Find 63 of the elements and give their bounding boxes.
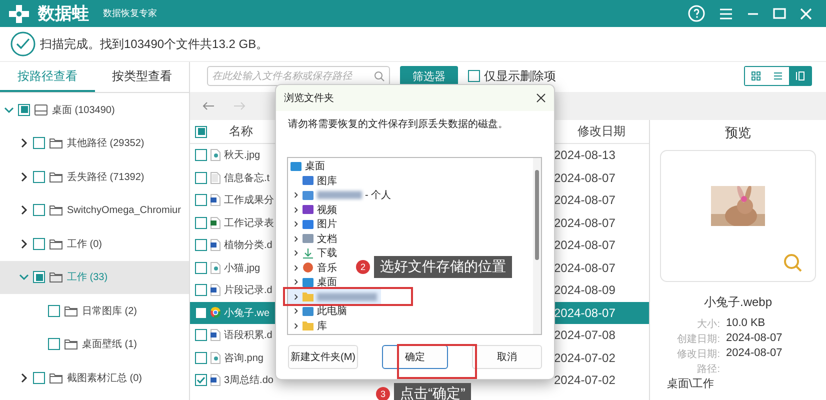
app-subtitle: 数据恢复专家 (103, 7, 157, 20)
file-name: 小猫.jpg (224, 262, 260, 275)
tree-label: 桌面 (103490) (52, 104, 115, 117)
folder-label: 图片 (317, 218, 337, 232)
detail-label: 路径: (696, 363, 720, 376)
date-cell-text: 2024-07-02 (554, 373, 616, 388)
folder-label: 音乐 (317, 262, 337, 275)
tree-label: 其他路径 (29352) (67, 136, 144, 150)
date-cell-text: 2024-07-02 (554, 350, 616, 365)
folder-label: 桌面 (305, 160, 325, 174)
detail-value: 2024-08-07 (726, 347, 782, 361)
step-number: 3 (376, 387, 390, 400)
date-cell-text: 2024-08-13 (554, 148, 616, 162)
file-name: 片段记录.d (224, 284, 272, 298)
folder-label: 视频 (317, 204, 337, 217)
tree-label: 工作 (33) (67, 271, 108, 284)
date-cell-text: 2024-08-07 (554, 238, 616, 252)
file-name: 信息备忘.t (224, 172, 270, 185)
folder-label: - 个人 (365, 189, 392, 202)
preview-title: 预览 (725, 124, 751, 142)
file-name: 咨询.png (224, 352, 264, 365)
file-path: 桌面\工作 (667, 376, 714, 391)
checkbox-label: 仅显示删除项 (484, 68, 556, 84)
callout-tooltip: 选好文件存储的位置 (374, 256, 512, 278)
file-name: 语段积累.d (224, 329, 272, 342)
detail-value: 10.0 KB (726, 317, 766, 331)
file-name: 秋天.jpg (224, 148, 260, 162)
date-cell-text: 2024-08-09 (554, 283, 616, 298)
date-cell-text: 2024-08-07 (554, 193, 616, 208)
tree-label: SwitchyOmega_Chromiur (67, 204, 181, 216)
file-name: 小兔子.we (224, 306, 270, 320)
callout-tooltip: 点击“确定” (394, 383, 472, 400)
detail-value: 2024-08-07 (726, 332, 782, 346)
tree-label: 截图素材汇总 (0) (67, 372, 142, 385)
file-name: 工作记录表 (224, 216, 274, 230)
tree-label: 丢失路径 (71392) (67, 170, 144, 184)
folder-label: 此电脑 (317, 304, 347, 318)
preview-file-name: 小兔子.webp (704, 294, 772, 311)
scan-status: 扫描完成。找到103490个文件共13.2 GB。 (40, 36, 268, 52)
column-header: 名称 (228, 123, 254, 140)
folder-label: 图库 (317, 174, 337, 188)
file-name: 3周总结.do (224, 374, 274, 388)
date-cell-text: 2024-08-07 (554, 306, 616, 320)
date-cell-text: 2024-08-07 (554, 260, 616, 275)
folder-label: 下载 (317, 246, 337, 260)
folder-label: 桌面 (317, 276, 337, 290)
file-name: 植物分类.d (224, 238, 272, 252)
column-header: 修改日期 (576, 123, 626, 140)
tree-label: 日常图库 (2) (82, 304, 137, 318)
folder-label: 库 (317, 320, 327, 333)
app-name: 数据蛙 (38, 3, 89, 25)
detail-label: 修改日期: (676, 348, 720, 361)
folder-label: 文档 (317, 232, 337, 246)
dialog-title: 浏览文件夹 (284, 92, 334, 105)
file-name: 工作成果分 (224, 194, 274, 208)
date-cell-text: 2024-08-07 (554, 216, 616, 230)
date-cell-text: 2024-08-07 (554, 170, 616, 185)
tree-label: 桌面壁纸 (1) (82, 338, 137, 352)
detail-label: 创建日期: (676, 332, 720, 346)
dialog-message: 请勿将需要恢复的文件保存到原丢失数据的磁盘。 (288, 118, 508, 131)
tree-label: 工作 (0) (67, 238, 102, 251)
date-cell-text: 2024-07-08 (554, 328, 616, 342)
detail-label: 大小: (696, 318, 720, 331)
